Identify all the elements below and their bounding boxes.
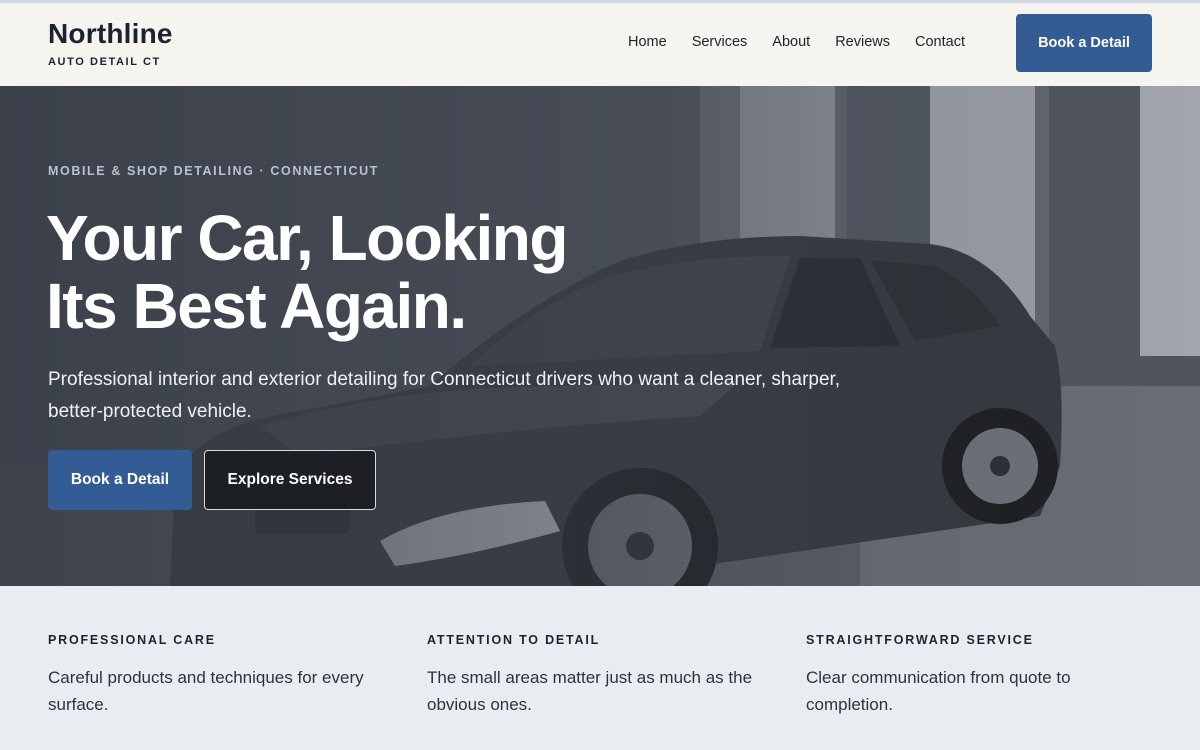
hero-section: MOBILE & SHOP DETAILING · CONNECTICUT Yo… — [0, 86, 1200, 586]
hero-description: Professional interior and exterior detai… — [48, 369, 841, 422]
nav-link-services[interactable]: Services — [692, 31, 748, 53]
explore-services-button[interactable]: Explore Services — [204, 450, 376, 510]
hero-title-line-1: Your Car, Looking — [46, 202, 568, 274]
nav-link-contact[interactable]: Contact — [915, 31, 965, 53]
hero-title: Your Car, Looking Its Best Again. — [46, 204, 686, 340]
nav-link-home[interactable]: Home — [628, 31, 667, 53]
feature-straightforward-service: STRAIGHTFORWARD SERVICE Clear communicat… — [806, 633, 1151, 718]
brand-tagline: AUTO DETAIL CT — [48, 56, 161, 68]
header-book-button[interactable]: Book a Detail — [1016, 14, 1152, 72]
feature-text: Clear communication from quote to comple… — [806, 668, 1071, 714]
hero-book-button[interactable]: Book a Detail — [48, 450, 192, 510]
feature-text: Careful products and techniques for ever… — [48, 668, 364, 714]
hero-eyebrow: MOBILE & SHOP DETAILING · CONNECTICUT — [48, 164, 379, 178]
main-nav: Home Services About Reviews Contact — [628, 31, 965, 53]
nav-link-reviews[interactable]: Reviews — [835, 31, 890, 53]
feature-title: STRAIGHTFORWARD SERVICE — [806, 633, 1034, 647]
features-section: PROFESSIONAL CARE Careful products and t… — [0, 586, 1200, 750]
feature-attention-to-detail: ATTENTION TO DETAIL The small areas matt… — [427, 633, 772, 718]
feature-title: ATTENTION TO DETAIL — [427, 633, 601, 647]
feature-title: PROFESSIONAL CARE — [48, 633, 216, 647]
nav-link-about[interactable]: About — [772, 31, 810, 53]
site-header: Northline AUTO DETAIL CT Home Services A… — [0, 3, 1200, 86]
hero-title-line-2: Its Best Again. — [46, 270, 467, 342]
feature-text: The small areas matter just as much as t… — [427, 668, 753, 714]
brand-logo[interactable]: Northline — [48, 18, 173, 50]
feature-professional-care: PROFESSIONAL CARE Careful products and t… — [48, 633, 393, 718]
